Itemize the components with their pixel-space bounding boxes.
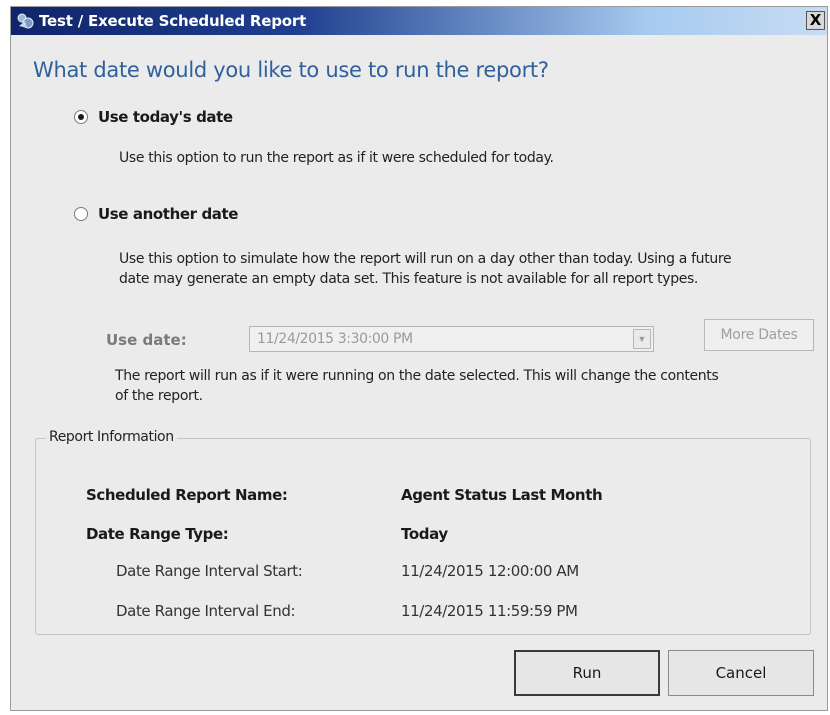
- dialog-window: Test / Execute Scheduled Report X What d…: [10, 6, 828, 711]
- use-today-label[interactable]: Use today's date: [98, 108, 233, 126]
- use-date-select[interactable]: 11/24/2015 3:30:00 PM ▼: [249, 326, 654, 352]
- scheduled-report-name-label: Scheduled Report Name:: [86, 486, 288, 504]
- report-app-icon: [16, 12, 34, 30]
- date-range-start-value: 11/24/2015 12:00:00 AM: [401, 562, 579, 580]
- date-range-type-value: Today: [401, 525, 448, 543]
- page-title: What date would you like to use to run t…: [33, 58, 549, 82]
- use-another-date-description-1: Use this option to simulate how the repo…: [119, 251, 732, 267]
- use-date-value: 11/24/2015 3:30:00 PM: [257, 331, 413, 347]
- use-today-description: Use this option to run the report as if …: [119, 150, 554, 166]
- use-another-date-description-2: date may generate an empty data set. Thi…: [119, 271, 699, 287]
- report-information-legend: Report Information: [46, 429, 177, 445]
- radio-use-today[interactable]: [74, 110, 88, 124]
- more-dates-button[interactable]: More Dates: [704, 319, 814, 351]
- chevron-down-icon[interactable]: ▼: [633, 329, 651, 349]
- close-icon[interactable]: X: [806, 11, 825, 30]
- radio-use-another-date[interactable]: [74, 207, 88, 221]
- use-another-date-label[interactable]: Use another date: [98, 205, 238, 223]
- window-title: Test / Execute Scheduled Report: [39, 12, 307, 30]
- title-bar[interactable]: Test / Execute Scheduled Report X: [11, 7, 827, 35]
- scheduled-report-name-value: Agent Status Last Month: [401, 486, 603, 504]
- use-date-note-1: The report will run as if it were runnin…: [115, 368, 719, 384]
- date-range-start-label: Date Range Interval Start:: [116, 562, 303, 580]
- run-button[interactable]: Run: [514, 650, 660, 696]
- cancel-button[interactable]: Cancel: [668, 650, 814, 696]
- use-date-note-2: of the report.: [115, 388, 203, 404]
- date-range-end-value: 11/24/2015 11:59:59 PM: [401, 602, 578, 620]
- date-range-end-label: Date Range Interval End:: [116, 602, 296, 620]
- date-range-type-label: Date Range Type:: [86, 525, 229, 543]
- use-date-label: Use date:: [106, 331, 187, 349]
- report-information-group: Report Information Scheduled Report Name…: [35, 429, 811, 635]
